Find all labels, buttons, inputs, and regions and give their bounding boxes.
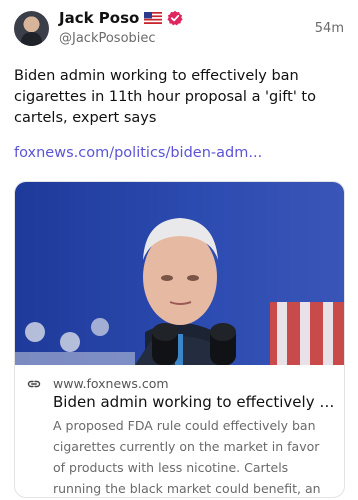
card-image — [15, 182, 344, 365]
timestamp[interactable]: 54m — [315, 21, 344, 36]
card-title[interactable]: Biden admin working to effectively ba... — [53, 393, 335, 411]
post-text: Biden admin working to effectively ban c… — [14, 68, 316, 126]
post-link[interactable]: foxnews.com/politics/biden-adm... — [14, 145, 344, 161]
post: Jack Poso @JackPosobiec 54m Biden admin … — [0, 0, 358, 500]
post-header: Jack Poso @JackPosobiec 54m — [59, 9, 344, 49]
handle[interactable]: @JackPosobiec — [59, 31, 156, 46]
link-icon — [27, 380, 41, 388]
us-flag-icon — [144, 12, 163, 24]
card-domain: www.foxnews.com — [53, 376, 169, 391]
link-card[interactable]: www.foxnews.com Biden admin working to e… — [14, 181, 345, 498]
card-description: A proposed FDA rule could effectively ba… — [53, 418, 321, 496]
name-row: Jack Poso — [59, 9, 183, 27]
verified-icon — [167, 10, 183, 26]
avatar[interactable] — [14, 11, 49, 46]
display-name[interactable]: Jack Poso — [59, 9, 139, 27]
